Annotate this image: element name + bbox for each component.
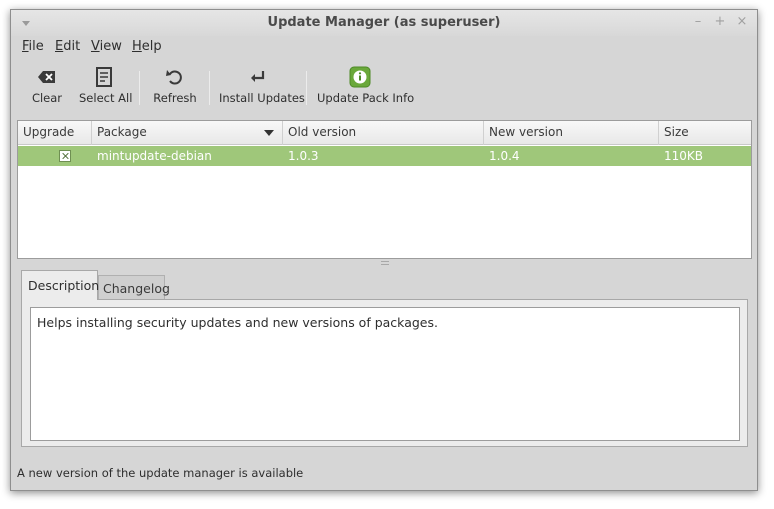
menu-help-mnemonic: H (132, 39, 142, 54)
menu-view-mnemonic: V (91, 39, 100, 54)
package-name: mintupdate-debian (97, 149, 212, 163)
install-updates-button[interactable]: Install Updates (219, 66, 305, 110)
menu-edit[interactable]: Edit (55, 39, 80, 54)
info-icon (349, 66, 371, 88)
refresh-label: Refresh (153, 91, 197, 105)
toolbar-separator (306, 71, 307, 105)
toolbar: Clear Select All Refresh Install Updates (11, 58, 757, 116)
tab-changelog[interactable]: Changelog (98, 275, 170, 299)
toolbar-separator (209, 71, 210, 105)
menu-file[interactable]: File (22, 39, 44, 54)
clear-label: Clear (31, 91, 63, 105)
menu-bar: File Edit View Help (11, 36, 757, 58)
clear-button[interactable]: Clear (31, 66, 63, 110)
description-text: Helps installing security updates and ne… (30, 307, 740, 441)
close-icon[interactable]: × (735, 15, 749, 29)
old-version: 1.0.3 (288, 149, 319, 163)
menu-help[interactable]: Help (132, 39, 162, 54)
package-size: 110KB (664, 149, 704, 163)
minimize-icon[interactable]: – (691, 15, 705, 29)
menu-edit-mnemonic: E (55, 39, 64, 54)
tab-description[interactable]: Description (21, 270, 99, 300)
update-pack-info-button[interactable]: Update Pack Info (317, 66, 415, 110)
package-list[interactable]: Upgrade Package Old version New version … (17, 120, 752, 259)
upgrade-checkbox[interactable] (59, 150, 71, 162)
column-size[interactable]: Size (659, 121, 751, 145)
window-title: Update Manager (as superuser) (267, 15, 501, 30)
select-all-button[interactable]: Select All (79, 66, 133, 110)
update-pack-info-label: Update Pack Info (317, 91, 415, 105)
backspace-icon (38, 71, 55, 83)
menu-edit-label: dit (63, 39, 81, 54)
column-package-label: Package (97, 125, 147, 139)
pane-resize-handle[interactable] (381, 261, 389, 265)
column-new-version[interactable]: New version (484, 121, 659, 145)
new-version: 1.0.4 (489, 149, 520, 163)
menu-file-label: ile (28, 39, 44, 54)
menu-view-label: iew (99, 39, 122, 54)
refresh-button[interactable]: Refresh (153, 66, 197, 110)
column-old-version[interactable]: Old version (283, 121, 484, 145)
maximize-icon[interactable]: + (713, 15, 727, 29)
title-bar[interactable]: Update Manager (as superuser) – + × (11, 10, 757, 36)
menu-help-label: elp (141, 39, 162, 54)
menu-view[interactable]: View (91, 39, 122, 54)
table-row[interactable]: mintupdate-debian 1.0.3 1.0.4 110KB (18, 146, 751, 166)
update-manager-window: Update Manager (as superuser) – + × File… (10, 9, 758, 491)
return-arrow-icon (251, 71, 265, 82)
table-header: Upgrade Package Old version New version … (18, 121, 751, 145)
refresh-icon (166, 70, 182, 85)
list-icon (96, 67, 112, 87)
toolbar-separator (139, 71, 140, 105)
select-all-label: Select All (79, 91, 133, 105)
sort-descending-icon (264, 130, 274, 136)
status-bar-text: A new version of the update manager is a… (17, 466, 304, 480)
column-upgrade[interactable]: Upgrade (18, 121, 92, 145)
tab-panel: Helps installing security updates and ne… (21, 299, 748, 447)
column-package[interactable]: Package (92, 121, 283, 145)
install-updates-label: Install Updates (219, 91, 305, 105)
